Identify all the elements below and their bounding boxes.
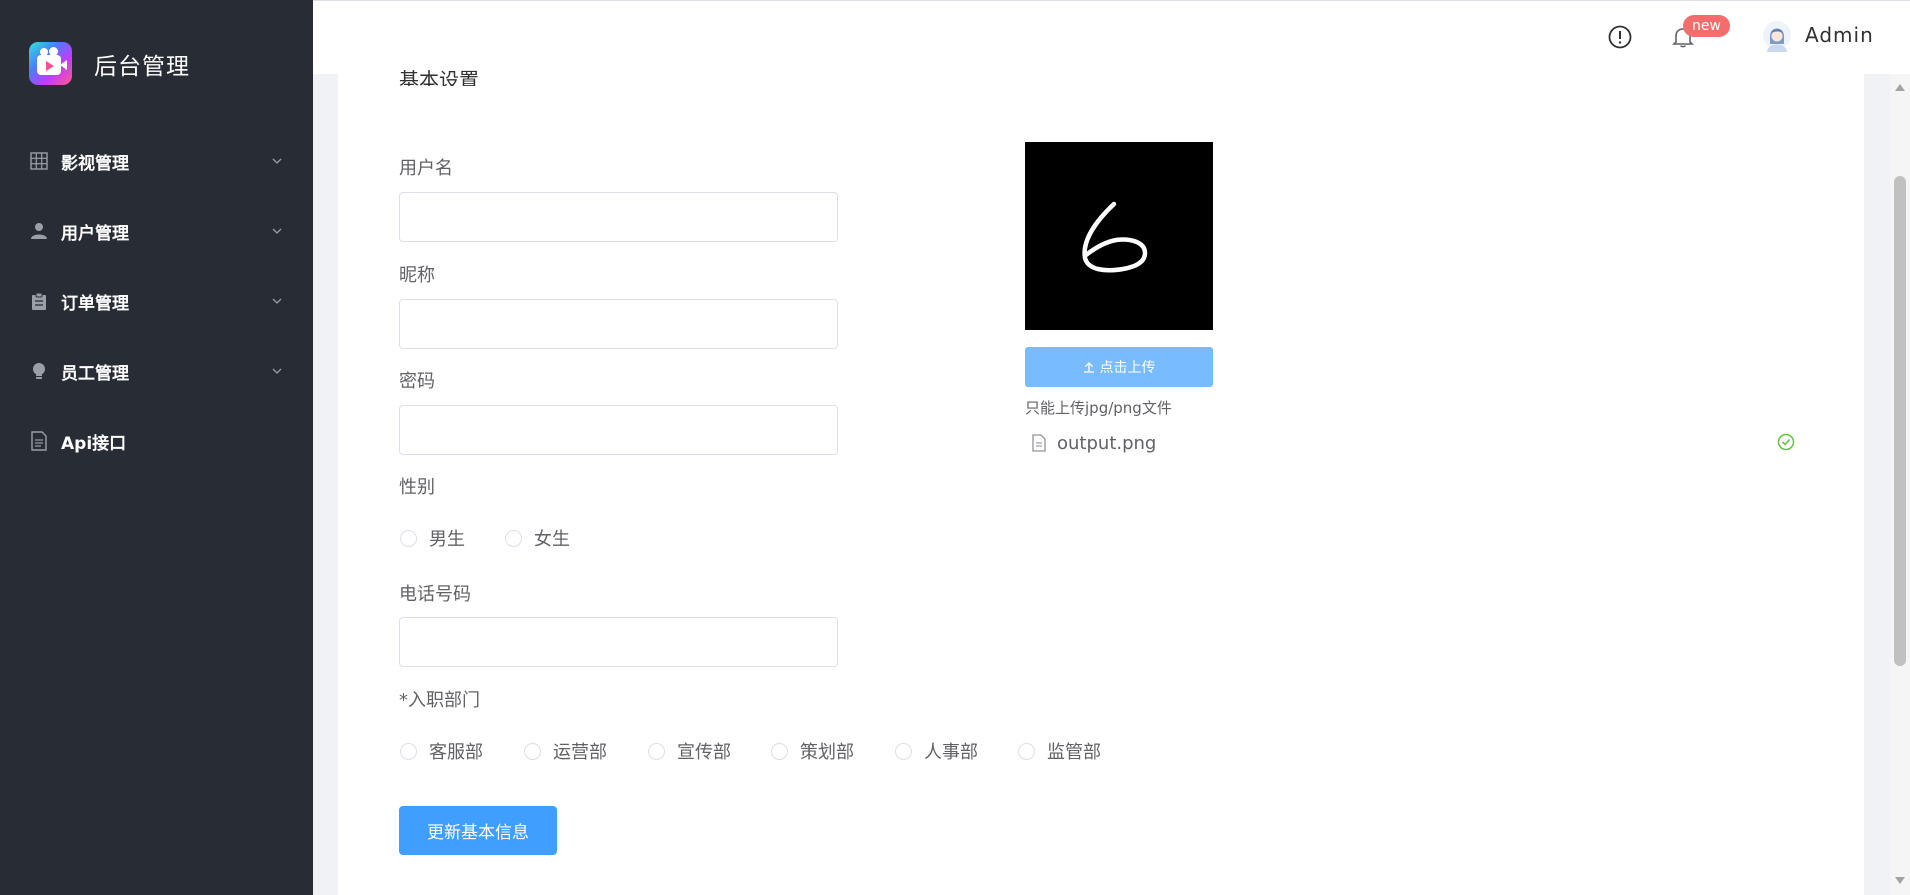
- radio-label: 宣传部: [677, 742, 731, 763]
- password-label: 密码: [399, 371, 435, 392]
- success-check-icon: [1777, 433, 1795, 451]
- document-icon: [1032, 434, 1046, 452]
- radio-label: 女生: [534, 529, 570, 550]
- chevron-down-icon: [272, 368, 282, 374]
- clipboard-icon: [29, 291, 49, 311]
- avatar[interactable]: [1762, 20, 1792, 54]
- grid-icon: [29, 151, 49, 171]
- sidebar-item-orders[interactable]: 订单管理: [0, 276, 313, 326]
- sidebar-item-label: 影视管理: [61, 153, 129, 174]
- radio-label: 监管部: [1047, 742, 1101, 763]
- avatar-preview-image: [1025, 142, 1213, 330]
- radio-label: 男生: [429, 529, 465, 550]
- logo-icon: [29, 42, 72, 85]
- radio-circle: [771, 742, 788, 760]
- radio-label: 客服部: [429, 742, 483, 763]
- department-radio-planning[interactable]: 策划部: [771, 738, 854, 764]
- phone-input[interactable]: [399, 617, 838, 667]
- scroll-down-arrow-icon[interactable]: [1895, 877, 1905, 884]
- section-title: 基本设置: [399, 68, 479, 86]
- chevron-down-icon: [272, 228, 282, 234]
- sidebar-item-label: Api接口: [61, 433, 127, 454]
- user-icon: [29, 221, 49, 241]
- username-label: 用户名: [399, 158, 453, 179]
- username-input[interactable]: [399, 192, 838, 242]
- sidebar-item-label: 用户管理: [61, 223, 129, 244]
- brand-title: 后台管理: [94, 53, 190, 80]
- sidebar-item-label: 员工管理: [61, 363, 129, 384]
- update-info-button[interactable]: 更新基本信息: [399, 806, 557, 855]
- vertical-scrollbar[interactable]: [1890, 74, 1910, 895]
- radio-label: 运营部: [553, 742, 607, 763]
- radio-label: 策划部: [800, 742, 854, 763]
- notification-badge: new: [1683, 15, 1730, 37]
- brand[interactable]: 后台管理: [29, 42, 190, 85]
- radio-circle: [1018, 742, 1035, 760]
- gender-label: 性别: [399, 477, 435, 498]
- sidebar-item-api[interactable]: Api接口: [0, 416, 313, 466]
- phone-label: 电话号码: [399, 584, 471, 605]
- department-label: *入职部门: [399, 690, 480, 711]
- radio-circle: [505, 529, 522, 547]
- gender-radio-female[interactable]: 女生: [505, 525, 570, 551]
- sidebar: 后台管理 影视管理 用户管理 订单管理 员工管理 Api接口: [0, 0, 313, 895]
- sidebar-item-label: 订单管理: [61, 293, 129, 314]
- department-radio-operations[interactable]: 运营部: [524, 738, 607, 764]
- radio-circle: [895, 742, 912, 760]
- gender-radio-male[interactable]: 男生: [400, 525, 465, 551]
- department-radio-hr[interactable]: 人事部: [895, 738, 978, 764]
- sidebar-item-film[interactable]: 影视管理: [0, 136, 313, 186]
- uploaded-file-item[interactable]: output.png: [1025, 428, 1795, 458]
- lightbulb-icon: [29, 361, 49, 381]
- user-name[interactable]: Admin: [1805, 23, 1874, 47]
- department-radio-supervision[interactable]: 监管部: [1018, 738, 1101, 764]
- document-icon: [29, 431, 49, 451]
- nickname-label: 昵称: [399, 265, 435, 286]
- scroll-thumb[interactable]: [1894, 176, 1906, 666]
- radio-circle: [524, 742, 541, 760]
- sidebar-item-staff[interactable]: 员工管理: [0, 346, 313, 396]
- upload-button[interactable]: 点击上传: [1025, 347, 1213, 387]
- upload-button-label: 点击上传: [1099, 360, 1156, 376]
- sidebar-item-users[interactable]: 用户管理: [0, 206, 313, 256]
- radio-circle: [400, 742, 417, 760]
- file-name: output.png: [1057, 432, 1157, 454]
- upload-icon: [1083, 362, 1094, 373]
- info-icon[interactable]: [1607, 24, 1633, 50]
- scroll-up-arrow-icon[interactable]: [1895, 84, 1905, 91]
- nickname-input[interactable]: [399, 299, 838, 349]
- chevron-down-icon: [272, 158, 282, 164]
- chevron-down-icon: [272, 298, 282, 304]
- department-radio-customer-service[interactable]: 客服部: [400, 738, 483, 764]
- department-radio-publicity[interactable]: 宣传部: [648, 738, 731, 764]
- radio-circle: [648, 742, 665, 760]
- password-input[interactable]: [399, 405, 838, 455]
- radio-circle: [400, 529, 417, 547]
- radio-label: 人事部: [924, 742, 978, 763]
- upload-tip: 只能上传jpg/png文件: [1025, 399, 1172, 417]
